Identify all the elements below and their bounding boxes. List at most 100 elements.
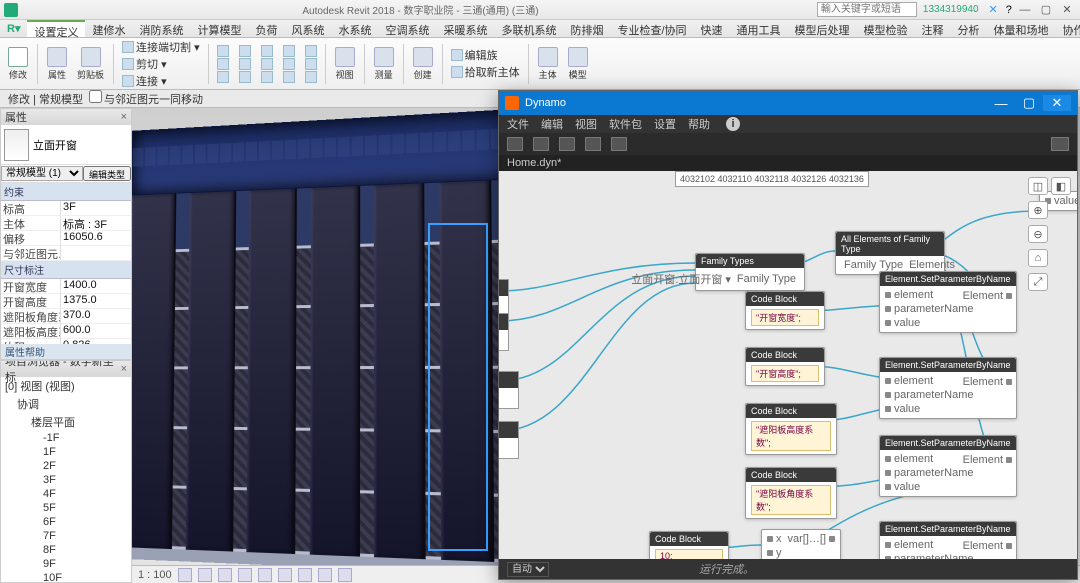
node-family-types[interactable]: Family Types 立面开窗:立面开窗▾Family Type [695,253,805,291]
prop-row[interactable]: 开窗宽度1400.0 [1,279,131,294]
browser-floor-node[interactable]: 5F [1,501,131,515]
viewbar-icon[interactable] [318,568,332,582]
dy-zoom-in[interactable]: ⊕ [1028,201,1048,219]
ribbon-tab[interactable]: 采暖系统 [436,20,494,37]
panel-close-icon[interactable]: × [121,363,127,375]
prop-row[interactable]: 主体标高 : 3F [1,216,131,231]
run-mode-select[interactable]: 自动 [507,562,549,577]
node-set-parameter[interactable]: Element.SetParameterByNameelementparamet… [879,271,1017,333]
dy-home[interactable]: ⌂ [1028,249,1048,267]
ribbon-tab[interactable]: 计算模型 [190,20,248,37]
browser-floor-node[interactable]: 7F [1,529,131,543]
zoom-level[interactable]: 1 : 100 [138,569,172,581]
browser-floor-node[interactable]: 4F [1,487,131,501]
ribbon-tab[interactable]: 防排烟 [563,20,610,37]
viewbar-icon[interactable] [258,568,272,582]
properties-help-link[interactable]: 属性帮助 [1,344,131,359]
type-selector[interactable]: 常规模型 (1) [1,166,83,181]
ribbon-tab[interactable]: 专业检查/协同 [610,20,693,37]
node-code-block[interactable]: Code Block"遮阳板角度系数"; [745,467,837,519]
dynamo-menu-item[interactable]: 编辑 [541,116,563,132]
clipboard-tool[interactable]: 剪贴板 [73,45,108,83]
move-with-nearby-checkbox[interactable]: 与邻近图元一同移动 [89,90,203,107]
browser-floor-node[interactable]: 8F [1,543,131,557]
prop-row[interactable]: 标高3F [1,201,131,216]
help-search-input[interactable] [817,2,917,17]
ribbon-tab[interactable]: 负荷 [248,20,284,37]
info-icon[interactable]: i [726,117,740,131]
node-set-parameter[interactable]: Element.SetParameterByNameelementparamet… [879,357,1017,419]
ribbon-tab[interactable]: 空调系统 [378,20,436,37]
prop-group-header[interactable]: 约束 [1,183,131,201]
create-group[interactable]: 创建 [409,45,437,83]
ribbon-tab[interactable]: 分析 [951,20,987,37]
viewbar-icon[interactable] [218,568,232,582]
viewbar-icon[interactable] [198,568,212,582]
undo-icon[interactable] [585,137,601,151]
browser-floor-node[interactable]: -1F [1,431,131,445]
dynamo-menu-item[interactable]: 视图 [575,116,597,132]
dynamo-titlebar[interactable]: Dynamo — ▢ ✕ [499,91,1077,115]
browser-floor-node[interactable]: 1F [1,445,131,459]
maximize-button[interactable]: ▢ [1037,3,1055,16]
browser-floor-node[interactable]: 2F [1,459,131,473]
prop-row[interactable]: 遮阳板高度系…600.0 [1,324,131,339]
ribbon-tab[interactable]: 风系统 [284,20,331,37]
comm-icon[interactable]: ✕ [989,3,998,16]
dynamo-menu-item[interactable]: 软件包 [609,116,642,132]
ribbon-tab[interactable]: 协作 [1056,20,1080,37]
dynamo-window[interactable]: Dynamo — ▢ ✕ 文件编辑视图软件包设置帮助 i Home.dyn* [498,90,1078,580]
dy-view-toggle[interactable]: ◫ [1028,177,1048,195]
ribbon-tab[interactable]: 设置定义 [27,20,85,37]
type-name[interactable]: 立面开窗 [33,137,77,153]
dynamo-menu-item[interactable]: 文件 [507,116,529,132]
close-button[interactable]: ✕ [1058,3,1076,16]
node-code-block[interactable]: Code Block"遮阳板高度系数"; [745,403,837,455]
cope-cut-button[interactable]: 连接端切割 ▾ [119,39,203,55]
node-var[interactable]: xvar[]…[] y [761,529,841,559]
prop-group-header[interactable]: 尺寸标注 [1,261,131,279]
properties-tool[interactable]: 属性 [43,45,71,83]
viewbar-icon[interactable] [178,568,192,582]
dy-maximize[interactable]: ▢ [1015,95,1043,111]
browser-node[interactable]: 协调 [1,395,131,413]
edit-type-button[interactable]: 编辑类型 [83,166,131,181]
browser-floor-node[interactable]: 6F [1,515,131,529]
node-code-block[interactable]: Code Block"开窗宽度"; [745,291,825,330]
ribbon-tab[interactable]: 快速 [694,20,730,37]
ribbon-tab[interactable]: 通用工具 [730,20,788,37]
prop-row[interactable]: 遮阳板角度系…370.0 [1,309,131,324]
open-file-icon[interactable] [533,137,549,151]
viewbar-icon[interactable] [238,568,252,582]
panel-close-icon[interactable]: × [121,111,127,123]
ribbon-tab[interactable]: 消防系统 [132,20,190,37]
partial-node[interactable]: …角度系数 [499,421,519,459]
browser-node[interactable]: 楼层平面 [1,413,131,431]
measure-group[interactable]: 测量 [370,45,398,83]
dy-fit[interactable]: ⤢ [1028,273,1048,291]
ribbon-tab[interactable]: 模型检验 [857,20,915,37]
dy-minimize[interactable]: — [987,96,1015,111]
dynamo-menu-item[interactable]: 帮助 [688,116,710,132]
node-code-block[interactable]: Code Block10; [649,531,729,559]
browser-floor-node[interactable]: 3F [1,473,131,487]
node-code-block[interactable]: Code Block"开窗高度"; [745,347,825,386]
viewbar-icon[interactable] [278,568,292,582]
ribbon-tab[interactable]: 水系统 [331,20,378,37]
new-file-icon[interactable] [507,137,523,151]
dynamo-canvas[interactable]: 4032102 4032110 4032118 4032126 4032136 … [499,171,1077,559]
browser-floor-node[interactable]: 9F [1,557,131,571]
dynamo-tab[interactable]: Home.dyn* [507,157,561,169]
partial-node[interactable]: …高度 [499,279,509,317]
viewbar-icon[interactable] [298,568,312,582]
partial-node[interactable]: …宽度 [499,313,509,351]
help-icon[interactable]: ? [1006,4,1012,16]
viewbar-icon[interactable] [338,568,352,582]
minimize-button[interactable]: — [1016,4,1034,16]
save-file-icon[interactable] [559,137,575,151]
dynamo-menu-item[interactable]: 设置 [654,116,676,132]
node-set-parameter[interactable]: Element.SetParameterByNameelementparamet… [879,435,1017,497]
node-set-parameter[interactable]: Element.SetParameterByNameelementparamet… [879,521,1017,559]
prop-row[interactable]: 偏移16050.6 [1,231,131,246]
model-group[interactable]: 模型 [564,45,592,83]
